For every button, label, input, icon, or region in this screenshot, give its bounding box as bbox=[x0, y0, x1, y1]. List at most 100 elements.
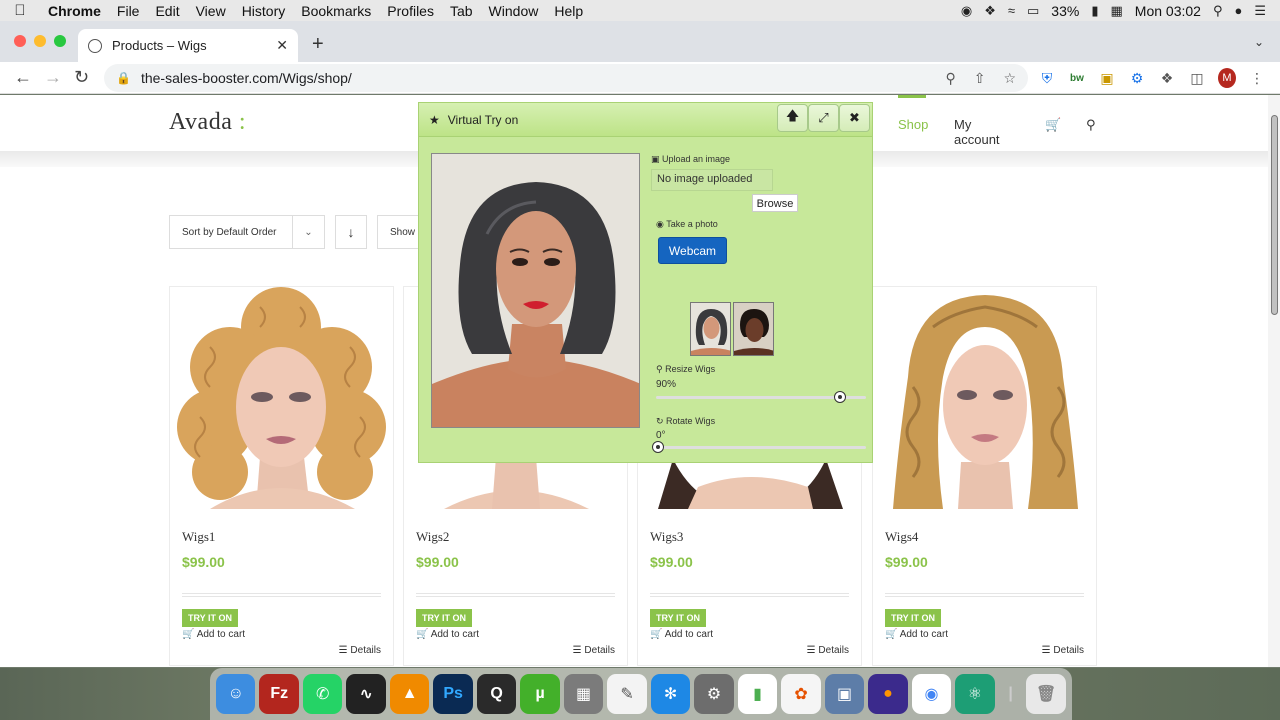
trash-icon[interactable]: 🗑 bbox=[1026, 674, 1066, 714]
battery-icon[interactable]: ▮ bbox=[1091, 3, 1098, 19]
product-name[interactable]: Wigs2 bbox=[416, 529, 449, 545]
menu-window[interactable]: Window bbox=[481, 3, 547, 19]
bw-extension-icon[interactable]: bw bbox=[1068, 73, 1086, 84]
add-to-cart-link[interactable]: 🛒 Add to cart bbox=[416, 629, 479, 640]
utorrent-icon[interactable]: µ bbox=[520, 674, 560, 714]
puzzle-extensions-icon[interactable]: ❖ bbox=[1158, 70, 1176, 87]
try-it-on-button[interactable]: TRY IT ON bbox=[885, 609, 942, 627]
shield-extension-icon[interactable]: ⛨ bbox=[1038, 70, 1056, 87]
quicktime-icon[interactable]: Q bbox=[476, 674, 517, 714]
details-link[interactable]: ☰ Details bbox=[339, 645, 381, 656]
minimize-window-button[interactable] bbox=[34, 35, 46, 47]
side-panel-icon[interactable]: ◫ bbox=[1188, 70, 1206, 87]
search-icon[interactable]: ⚲ bbox=[1086, 117, 1096, 133]
active-tab[interactable]: Products – Wigs ✕ bbox=[78, 29, 298, 62]
dialog-header[interactable]: ★ Virtual Try on 🡅 ⤢ ✖ bbox=[419, 103, 872, 137]
close-window-button[interactable] bbox=[14, 35, 26, 47]
finder-icon[interactable]: ☺ bbox=[216, 674, 256, 714]
product-name[interactable]: Wigs4 bbox=[885, 529, 918, 545]
menu-edit[interactable]: Edit bbox=[147, 3, 187, 19]
calculator-icon[interactable]: ▦ bbox=[563, 674, 604, 714]
model-thumbnail[interactable] bbox=[690, 302, 731, 356]
textedit-icon[interactable]: ✎ bbox=[607, 674, 647, 714]
filezilla-icon[interactable]: Fz bbox=[259, 674, 299, 714]
reload-icon[interactable]: ↻ bbox=[74, 67, 89, 88]
menu-tab[interactable]: Tab bbox=[442, 3, 481, 19]
expand-icon[interactable]: ⤢ bbox=[808, 104, 839, 132]
add-to-cart-link[interactable]: 🛒 Add to cart bbox=[650, 629, 713, 640]
back-icon[interactable]: ← bbox=[14, 67, 32, 88]
nav-shop[interactable]: Shop bbox=[898, 117, 928, 132]
photoshop-icon[interactable]: Ps bbox=[433, 674, 473, 714]
menu-history[interactable]: History bbox=[234, 3, 294, 19]
product-image[interactable] bbox=[170, 287, 393, 509]
share-icon[interactable]: ⇧ bbox=[974, 70, 986, 87]
system-preferences-icon[interactable]: ⚙ bbox=[694, 674, 734, 714]
sort-order-select[interactable]: Sort by Default Order ⌄ bbox=[169, 215, 325, 249]
battery-percent[interactable]: 33% bbox=[1051, 3, 1079, 19]
chrome-icon[interactable]: ◉ bbox=[911, 674, 952, 714]
control-center-icon[interactable]: ☰ bbox=[1254, 3, 1266, 19]
chrome-menu-icon[interactable]: ⋮ bbox=[1248, 70, 1266, 87]
bookmark-star-icon[interactable]: ☆ bbox=[1003, 70, 1016, 87]
product-name[interactable]: Wigs3 bbox=[650, 529, 683, 545]
page-scrollbar[interactable] bbox=[1268, 95, 1280, 667]
try-on-preview[interactable] bbox=[431, 153, 640, 428]
activity-monitor-icon[interactable]: ∿ bbox=[346, 674, 386, 714]
rotate-slider[interactable] bbox=[652, 441, 866, 453]
zoom-window-button[interactable] bbox=[54, 35, 66, 47]
details-link[interactable]: ☰ Details bbox=[573, 645, 615, 656]
try-it-on-button[interactable]: TRY IT ON bbox=[182, 609, 239, 627]
close-tab-icon[interactable]: ✕ bbox=[276, 37, 288, 54]
try-it-on-button[interactable]: TRY IT ON bbox=[416, 609, 473, 627]
safari-icon[interactable]: ✻ bbox=[650, 674, 691, 714]
translate-extension-icon[interactable]: ⚙ bbox=[1128, 70, 1146, 87]
calendar-icon[interactable]: ▦ bbox=[1110, 3, 1122, 19]
nav-my-account[interactable]: My account bbox=[954, 117, 1000, 147]
menu-chrome[interactable]: Chrome bbox=[40, 3, 109, 19]
whatsapp-icon[interactable]: ✆ bbox=[302, 674, 343, 714]
resize-slider[interactable] bbox=[656, 391, 866, 403]
clock[interactable]: Mon 03:02 bbox=[1135, 3, 1201, 19]
sort-direction-button[interactable]: ↓ bbox=[335, 215, 367, 249]
scrollbar-thumb[interactable] bbox=[1271, 115, 1278, 315]
details-link[interactable]: ☰ Details bbox=[1042, 645, 1084, 656]
details-link[interactable]: ☰ Details bbox=[807, 645, 849, 656]
resize-slider-handle[interactable] bbox=[834, 391, 847, 403]
arrow-up-icon[interactable]: 🡅 bbox=[777, 104, 808, 132]
atom-icon[interactable]: ⚛ bbox=[955, 674, 995, 714]
menu-profiles[interactable]: Profiles bbox=[379, 3, 442, 19]
vlc-icon[interactable]: ▲ bbox=[389, 674, 430, 714]
wifi-icon[interactable]: ≈ bbox=[1008, 3, 1015, 18]
spotlight-icon[interactable]: ⚲ bbox=[1213, 3, 1223, 19]
add-to-cart-link[interactable]: 🛒 Add to cart bbox=[182, 629, 245, 640]
new-tab-icon[interactable]: + bbox=[312, 33, 324, 56]
try-it-on-button[interactable]: TRY IT ON bbox=[650, 609, 707, 627]
zoom-icon[interactable]: ⚲ bbox=[945, 70, 955, 87]
menu-view[interactable]: View bbox=[188, 3, 234, 19]
webcam-button[interactable]: Webcam bbox=[658, 237, 727, 264]
pinwheel-app-icon[interactable]: ✿ bbox=[781, 674, 821, 714]
add-to-cart-link[interactable]: 🛒 Add to cart bbox=[885, 629, 948, 640]
apple-icon[interactable]:  bbox=[0, 2, 40, 19]
forward-icon[interactable]: → bbox=[44, 67, 62, 88]
model-thumbnail[interactable] bbox=[733, 302, 774, 356]
lock-icon[interactable]: 🔒 bbox=[116, 71, 131, 85]
browse-button[interactable]: Browse bbox=[752, 194, 798, 212]
record-icon[interactable]: ◉ bbox=[961, 3, 972, 19]
numbers-icon[interactable]: ▮ bbox=[737, 674, 778, 714]
address-bar[interactable]: 🔒 the-sales-booster.com/Wigs/shop/ ⚲ ⇧ ☆ bbox=[104, 64, 1028, 92]
cart-icon[interactable]: 🛒 bbox=[1045, 117, 1061, 133]
profile-avatar[interactable]: M bbox=[1218, 68, 1236, 88]
rotate-slider-handle[interactable] bbox=[652, 441, 664, 453]
product-name[interactable]: Wigs1 bbox=[182, 529, 215, 545]
dropbox-icon[interactable]: ❖ bbox=[984, 3, 996, 19]
tab-search-icon[interactable]: ⌄ bbox=[1254, 35, 1264, 49]
menu-bookmarks[interactable]: Bookmarks bbox=[293, 3, 379, 19]
product-image[interactable] bbox=[873, 287, 1096, 509]
menu-file[interactable]: File bbox=[109, 3, 148, 19]
honey-extension-icon[interactable]: ▣ bbox=[1098, 70, 1116, 87]
url-text[interactable]: the-sales-booster.com/Wigs/shop/ bbox=[141, 70, 352, 86]
preview-icon[interactable]: ▣ bbox=[824, 674, 865, 714]
airplay-icon[interactable]: ▭ bbox=[1027, 3, 1039, 19]
